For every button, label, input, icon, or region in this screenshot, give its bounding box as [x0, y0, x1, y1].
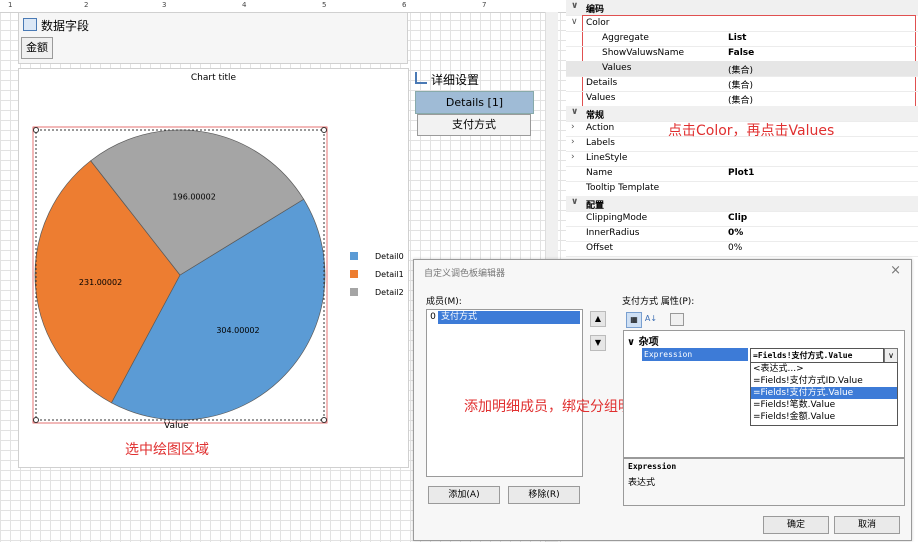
- field-amount-button[interactable]: 金额: [21, 37, 53, 59]
- dialog-title: 自定义调色板编辑器: [424, 269, 506, 279]
- database-icon: [23, 18, 37, 31]
- slice-data-label: 231.00002: [79, 278, 122, 287]
- category-misc[interactable]: ∨ 杂项: [627, 333, 659, 348]
- members-label: 成员(M):: [426, 297, 462, 307]
- move-up-button[interactable]: ▲: [590, 311, 606, 327]
- prop-tooltip[interactable]: Tooltip Template: [566, 181, 918, 197]
- chart-icon: [415, 72, 427, 84]
- dropdown-option[interactable]: =Fields!金额.Value: [751, 411, 897, 423]
- section-encoding[interactable]: ∨ 编码: [566, 0, 918, 16]
- prop-innerradius[interactable]: InnerRadius 0%: [566, 226, 918, 242]
- description-panel: Expression 表达式: [623, 458, 905, 506]
- chevron-right-icon[interactable]: ›: [571, 137, 575, 147]
- legend-swatch: [350, 270, 358, 278]
- chevron-right-icon[interactable]: ›: [571, 152, 575, 162]
- move-down-button[interactable]: ▼: [590, 335, 606, 351]
- slice-data-label: 196.00002: [173, 193, 216, 202]
- ruler-mark: 7: [482, 1, 487, 9]
- expression-key: Expression: [642, 348, 748, 361]
- sort-az-icon[interactable]: A↓: [644, 312, 658, 326]
- chevron-down-icon[interactable]: ∨: [571, 17, 578, 27]
- remove-button[interactable]: 移除(R): [508, 486, 580, 504]
- ok-button[interactable]: 确定: [763, 516, 829, 534]
- add-button[interactable]: 添加(A): [428, 486, 500, 504]
- details-item[interactable]: Details [1]: [415, 91, 534, 114]
- data-fields-panel: 数据字段 金额: [18, 12, 408, 64]
- ruler-mark: 2: [84, 1, 89, 9]
- chevron-down-icon[interactable]: ∨: [571, 1, 578, 11]
- cancel-button[interactable]: 取消: [834, 516, 900, 534]
- categorized-icon[interactable]: ▦: [626, 312, 642, 328]
- plot-area-annotation: 选中绘图区域: [125, 442, 209, 458]
- legend-label: Detail0: [375, 252, 404, 261]
- legend-swatch: [350, 288, 358, 296]
- legend-label: Detail2: [375, 288, 404, 297]
- legend-swatch: [350, 252, 358, 260]
- member-item[interactable]: 0 支付方式: [428, 311, 580, 324]
- chevron-down-icon[interactable]: ∨: [571, 197, 578, 207]
- payment-method-button[interactable]: 支付方式: [417, 114, 531, 136]
- selection-handle[interactable]: [33, 127, 39, 133]
- prop-color[interactable]: ∨ Color: [566, 16, 918, 32]
- expression-value[interactable]: =Fields!支付方式.Value: [750, 348, 884, 363]
- chart-area[interactable]: Chart title 304.00002 231.00002 196.00002 …: [18, 68, 409, 468]
- data-fields-header: 数据字段: [23, 17, 89, 34]
- selection-handle[interactable]: [321, 417, 327, 423]
- ruler-mark: 6: [402, 1, 407, 9]
- description-text: 表达式: [628, 478, 656, 488]
- prop-showname[interactable]: ShowValuwsName False: [566, 46, 918, 62]
- members-list[interactable]: 0 支付方式: [426, 309, 583, 477]
- dropdown-option[interactable]: =Fields!笔数.Value: [751, 399, 897, 411]
- member-label: 支付方式: [441, 312, 478, 322]
- dropdown-option[interactable]: <表达式...>: [751, 363, 897, 375]
- dropdown-option-selected[interactable]: =Fields!支付方式.Value: [751, 387, 897, 399]
- selection-handle[interactable]: [33, 417, 39, 423]
- detail-settings-title: 详细设置: [431, 73, 480, 87]
- section-config[interactable]: ∨ 配置: [566, 196, 918, 212]
- chevron-right-icon[interactable]: ›: [571, 122, 575, 132]
- prop-aggregate[interactable]: Aggregate List: [566, 31, 918, 47]
- selection-handle[interactable]: [321, 127, 327, 133]
- property-editor[interactable]: ∨ 杂项 Expression =Fields!支付方式.Value ∨ <表达…: [623, 330, 905, 458]
- description-title: Expression: [628, 462, 677, 471]
- chevron-down-icon[interactable]: ∨: [571, 107, 578, 117]
- chevron-down-icon[interactable]: ∨: [884, 348, 898, 363]
- prop-name[interactable]: Name Plot1: [566, 166, 918, 182]
- prop-clipping[interactable]: ClippingMode Clip: [566, 211, 918, 227]
- prop-values[interactable]: Values (集合): [566, 61, 918, 77]
- prop-details[interactable]: Details (集合): [566, 76, 918, 92]
- slice-data-label: 304.00002: [216, 326, 259, 335]
- pie-chart[interactable]: 304.00002 231.00002 196.00002 Detail0 Detai…: [19, 69, 408, 467]
- chevron-down-icon[interactable]: ∨: [627, 337, 635, 348]
- property-pages-icon[interactable]: [670, 313, 684, 326]
- detail-settings-panel: 详细设置 Details [1] 支付方式: [413, 68, 534, 144]
- close-icon[interactable]: ×: [890, 263, 901, 278]
- property-grid: ∨ 编码 ∨ Color Aggregate List ShowValuwsName F…: [566, 0, 918, 262]
- prop-offset[interactable]: Offset 0%: [566, 241, 918, 257]
- ruler-mark: 4: [242, 1, 247, 9]
- properties-label: 支付方式 属性(P):: [622, 297, 695, 307]
- data-fields-title: 数据字段: [41, 19, 90, 33]
- prop-linestyle[interactable]: › LineStyle: [566, 151, 918, 167]
- ruler-mark: 5: [322, 1, 327, 9]
- dropdown-option[interactable]: =Fields!支付方式ID.Value: [751, 375, 897, 387]
- member-index: 0: [428, 311, 438, 324]
- dialog-annotation: 添加明细成员，绑定分组明细: [464, 399, 646, 415]
- expression-dropdown[interactable]: <表达式...> =Fields!支付方式ID.Value =Fields!支付…: [750, 362, 898, 426]
- palette-editor-dialog: 自定义调色板编辑器 × 成员(M): 0 支付方式 ▲ ▼ 添加(A) 移除(R)…: [413, 259, 912, 541]
- ruler-mark: 3: [162, 1, 167, 9]
- property-annotation: 点击Color，再点击Values: [668, 123, 835, 139]
- prop-values2[interactable]: Values (集合): [566, 91, 918, 107]
- ruler-mark: 1: [8, 1, 13, 9]
- detail-settings-header: 详细设置: [415, 71, 479, 88]
- legend-label: Detail1: [375, 270, 404, 279]
- x-axis-label: Value: [164, 421, 189, 431]
